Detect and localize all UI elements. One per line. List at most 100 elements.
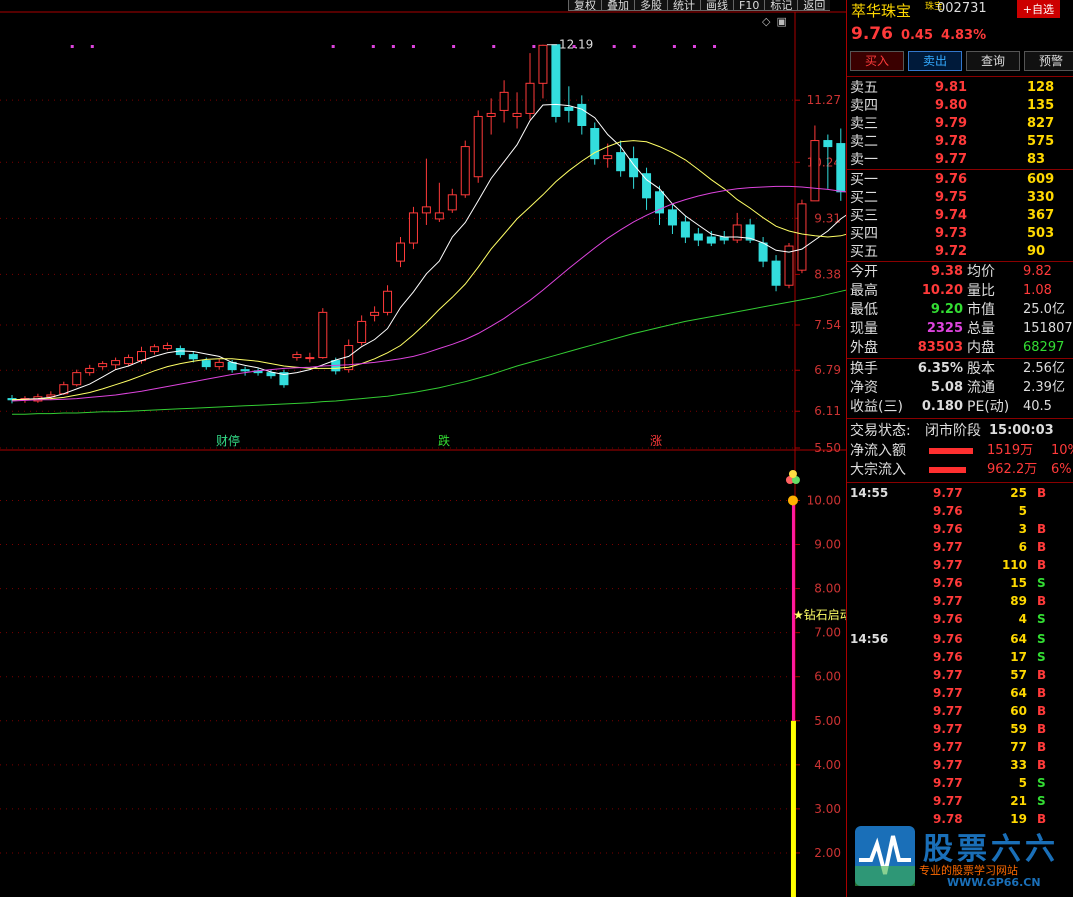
candle-body: [149, 346, 159, 353]
orderbook-row[interactable]: 卖一 9.77 83: [847, 151, 1073, 169]
orderbook-row[interactable]: 买四 9.73 503: [847, 225, 1073, 243]
orderbook-volume: 135: [1027, 98, 1055, 113]
candle-body: [771, 260, 781, 286]
candle-body: [124, 357, 134, 365]
orderbook-price: 9.76: [935, 172, 968, 187]
flow-row: 净流入额 1519万 10%: [847, 442, 1073, 460]
tick-time: 14:55: [850, 486, 889, 500]
orderbook-volume: 575: [1027, 134, 1055, 149]
tick-volume: 3: [1018, 522, 1027, 536]
orderbook-volume: 367: [1027, 208, 1055, 223]
tick-volume: 64: [1010, 686, 1027, 700]
orderbook-price: 9.79: [935, 116, 968, 131]
kline-chart[interactable]: 11.2710.249.318.387.546.796.115.5010.009…: [0, 0, 846, 897]
orderbook-row[interactable]: 买五 9.72 90: [847, 243, 1073, 261]
panel-divider: [847, 358, 1073, 359]
orderbook-row[interactable]: 卖四 9.80 135: [847, 97, 1073, 115]
stat-label: 总量: [967, 321, 995, 337]
orderbook-row[interactable]: 买三 9.74 367: [847, 207, 1073, 225]
sell-button[interactable]: 卖出: [908, 51, 962, 71]
orderbook-row[interactable]: 卖五 9.81 128: [847, 79, 1073, 97]
query-button[interactable]: 查询: [966, 51, 1020, 71]
toolbar-button-7[interactable]: 返回: [797, 0, 831, 11]
toolbar-button-1[interactable]: 叠加: [601, 0, 634, 11]
y-tick-label: 6.00: [814, 670, 841, 684]
alert-button[interactable]: 预警: [1024, 51, 1073, 71]
stat-row: 外盘 83503 内盘 68297: [847, 339, 1073, 357]
orderbook-volume: 827: [1027, 116, 1055, 131]
orderbook-label: 买一: [850, 172, 878, 188]
stat-value: 151807: [1023, 321, 1073, 336]
orderbook-row[interactable]: 卖二 9.78 575: [847, 133, 1073, 151]
tick-price: 9.76: [933, 650, 963, 664]
diamond-icon[interactable]: ◇: [762, 15, 770, 28]
tick-volume: 21: [1010, 794, 1027, 808]
tick-price: 9.77: [933, 758, 963, 772]
orderbook-price: 9.80: [935, 98, 968, 113]
buy-button[interactable]: 买入: [850, 51, 904, 71]
top-marker: [452, 45, 456, 48]
ma-line: [12, 289, 846, 415]
flow-bar: [929, 467, 966, 473]
orderbook-price: 9.81: [935, 80, 968, 95]
orderbook-price: 9.77: [935, 152, 968, 167]
y-tick-label: 8.38: [814, 267, 841, 281]
tick-volume: 33: [1010, 758, 1027, 772]
tick-row: 9.76 17 S: [847, 648, 1073, 666]
toolbar-button-5[interactable]: F10: [733, 0, 765, 11]
top-marker: [411, 45, 415, 48]
toolbar-button-2[interactable]: 多股: [634, 0, 667, 11]
toolbar-button-3[interactable]: 统计: [667, 0, 700, 11]
tick-side: S: [1037, 632, 1046, 646]
stat-value: 68297: [1023, 340, 1065, 355]
orderbook-row[interactable]: 买一 9.76 609: [847, 171, 1073, 189]
tick-row: 9.77 64 B: [847, 684, 1073, 702]
y-tick-label: 6.79: [814, 363, 841, 377]
price-change: 0.45: [900, 28, 934, 43]
tick-side: B: [1037, 704, 1047, 718]
watermark-url: WWW.GP66.CN: [947, 876, 1041, 889]
tick-price: 9.77: [933, 486, 963, 500]
stock-name: 萃华珠宝: [851, 2, 912, 20]
candle-body: [240, 369, 250, 372]
tick-price: 9.76: [933, 612, 963, 626]
stat-label: 最高: [850, 283, 878, 299]
candle-body: [292, 354, 302, 359]
toolbar-button-6[interactable]: 标记: [764, 0, 798, 11]
flow-row: 大宗流入 962.2万 6%: [847, 461, 1073, 479]
top-marker: [70, 45, 74, 48]
flow-pct: 6%: [1051, 462, 1072, 477]
candle-body: [642, 173, 652, 199]
chart-toolbar: 复权 叠加 多股 统计 画线 F10 标记 返回: [568, 0, 831, 11]
status-value: 闭市阶段: [925, 423, 981, 439]
stat-label: PE(动): [967, 399, 1010, 415]
candle-body: [577, 103, 587, 126]
tick-side: B: [1037, 522, 1047, 536]
orderbook-price: 9.73: [935, 226, 968, 241]
tick-price: 9.76: [933, 632, 963, 646]
tick-side: B: [1037, 486, 1047, 500]
tick-volume: 15: [1010, 576, 1027, 590]
quote-header: 萃华珠宝 珠宝 002731 +自选: [847, 0, 1073, 20]
stock-code: 002731: [937, 1, 987, 16]
restore-icon[interactable]: ▣: [776, 15, 786, 28]
orderbook-row[interactable]: 卖三 9.79 827: [847, 115, 1073, 133]
orderbook-row[interactable]: 买二 9.75 330: [847, 189, 1073, 207]
tick-side: B: [1037, 722, 1047, 736]
candle-body: [111, 360, 121, 366]
candle-body: [810, 140, 820, 202]
candle-body: [357, 320, 367, 344]
y-tick-label: 5.50: [814, 441, 841, 455]
toolbar-button-4[interactable]: 画线: [700, 0, 733, 11]
stat-value: 9.82: [1023, 264, 1052, 279]
tick-row: 9.77 21 S: [847, 792, 1073, 810]
tick-price: 9.77: [933, 594, 963, 608]
tick-price: 9.76: [933, 504, 963, 518]
orderbook-volume: 330: [1027, 190, 1055, 205]
stat-value: 9.38: [930, 264, 963, 279]
tick-price: 9.77: [933, 558, 963, 572]
add-favorite-button[interactable]: +自选: [1016, 0, 1060, 18]
toolbar-button-0[interactable]: 复权: [568, 0, 601, 11]
orderbook-volume: 83: [1027, 152, 1046, 167]
tick-side: S: [1037, 612, 1046, 626]
